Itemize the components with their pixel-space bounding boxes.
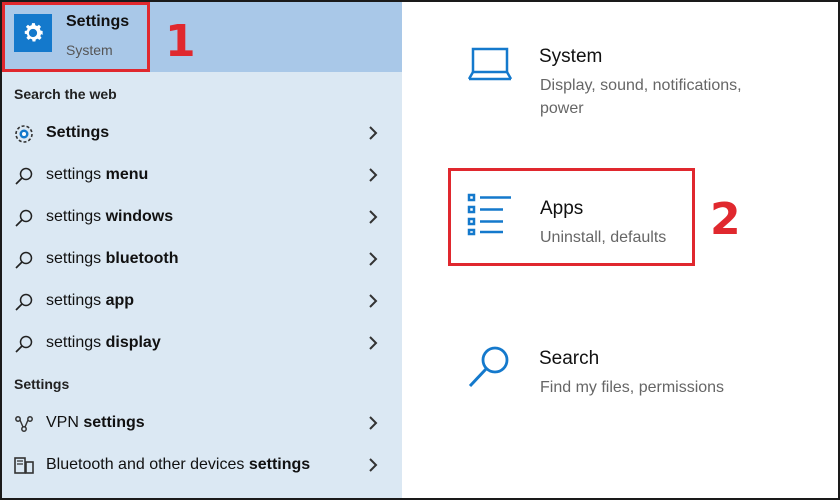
highlight-box-2 bbox=[448, 168, 695, 266]
chevron-right-icon[interactable] bbox=[366, 250, 380, 268]
label-prefix: settings bbox=[46, 166, 106, 183]
list-item[interactable]: settings app bbox=[0, 280, 402, 322]
chevron-right-icon[interactable] bbox=[366, 208, 380, 226]
chevron-right-icon[interactable] bbox=[366, 334, 380, 352]
label-bold: display bbox=[105, 334, 161, 351]
card-search-title: Search bbox=[539, 348, 600, 369]
chevron-right-icon[interactable] bbox=[366, 166, 380, 184]
section-heading-settings: Settings bbox=[14, 376, 70, 392]
list-item-label: settings windows bbox=[46, 208, 173, 226]
annotation-number-1: 1 bbox=[165, 16, 196, 67]
card-system-title: System bbox=[539, 46, 603, 67]
search-icon bbox=[14, 250, 34, 270]
list-item[interactable]: VPN settings bbox=[0, 402, 402, 444]
label-bold: windows bbox=[105, 208, 174, 225]
search-results-panel: Settings System Search the web Settings s… bbox=[0, 0, 402, 500]
search-icon bbox=[14, 208, 34, 228]
label-bold: Settings bbox=[46, 124, 110, 141]
search-icon bbox=[468, 346, 509, 388]
label-prefix: Bluetooth and other devices bbox=[46, 456, 249, 473]
settings-app-icon bbox=[14, 124, 34, 144]
chevron-right-icon[interactable] bbox=[366, 456, 380, 474]
label-bold: settings bbox=[83, 414, 145, 431]
devices-icon bbox=[14, 456, 34, 476]
vpn-icon bbox=[14, 414, 34, 434]
list-item-label: settings bluetooth bbox=[46, 250, 178, 268]
list-item[interactable]: Settings bbox=[0, 112, 402, 154]
list-item-label: VPN settings bbox=[46, 414, 145, 432]
list-item-label: Settings bbox=[46, 124, 109, 142]
label-prefix: settings bbox=[46, 334, 106, 351]
search-icon bbox=[14, 292, 34, 312]
section-heading-web: Search the web bbox=[14, 86, 117, 102]
label-prefix: settings bbox=[46, 208, 106, 225]
label-prefix: settings bbox=[46, 292, 106, 309]
chevron-right-icon[interactable] bbox=[366, 292, 380, 310]
chevron-right-icon[interactable] bbox=[366, 414, 380, 432]
search-icon bbox=[14, 334, 34, 354]
card-search-subtitle: Find my files, permissions bbox=[540, 379, 725, 396]
list-item-label: Bluetooth and other devices settings bbox=[46, 456, 310, 474]
laptop-icon bbox=[467, 47, 513, 81]
label-prefix: VPN bbox=[46, 414, 84, 431]
label-bold: bluetooth bbox=[105, 250, 179, 267]
label-prefix: settings bbox=[46, 250, 106, 267]
list-item[interactable]: settings display bbox=[0, 322, 402, 364]
card-system-subtitle: Display, sound, notifications, power bbox=[540, 77, 742, 117]
list-item[interactable]: Bluetooth and other devices settings bbox=[0, 444, 402, 486]
list-item-label: settings display bbox=[46, 334, 161, 352]
search-icon bbox=[14, 166, 34, 186]
list-item[interactable]: settings bluetooth bbox=[0, 238, 402, 280]
annotation-number-2: 2 bbox=[710, 194, 741, 245]
chevron-right-icon[interactable] bbox=[366, 124, 380, 142]
list-item-label: settings menu bbox=[46, 166, 148, 184]
list-item-label: settings app bbox=[46, 292, 134, 310]
label-bold: app bbox=[105, 292, 135, 309]
label-bold: settings bbox=[248, 456, 311, 473]
label-bold: menu bbox=[105, 166, 149, 183]
highlight-box-1 bbox=[2, 2, 150, 72]
list-item[interactable]: settings menu bbox=[0, 154, 402, 196]
list-item[interactable]: settings windows bbox=[0, 196, 402, 238]
